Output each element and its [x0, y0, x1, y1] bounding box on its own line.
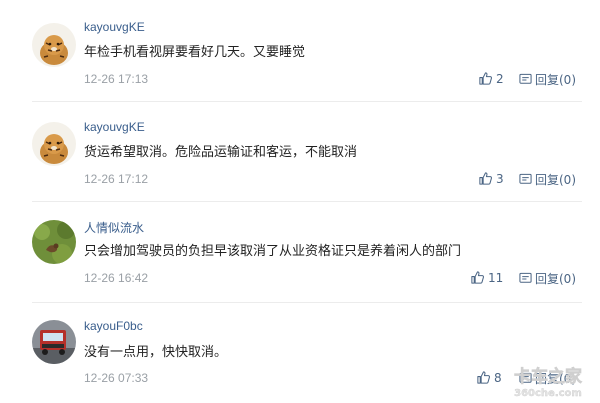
reply-icon	[519, 272, 532, 285]
reply-button[interactable]: 回复(0)	[519, 171, 576, 188]
avatar[interactable]	[32, 122, 76, 166]
like-count: 2	[496, 71, 504, 86]
reply-label: 回复(0)	[535, 272, 576, 286]
avatar[interactable]	[32, 220, 76, 264]
comment-time: 12-26 17:13	[84, 72, 149, 86]
avatar[interactable]	[32, 320, 76, 364]
comment-content: 货运希望取消。危险品运输证和客运，不能取消	[84, 145, 358, 160]
reply-button[interactable]: 回复(0)	[519, 270, 576, 287]
comment-time: 12-26 16:42	[84, 271, 149, 285]
thumbs-up-icon	[470, 270, 485, 285]
reply-label: 回复(0)	[535, 173, 576, 187]
comment-content: 没有一点用，快快取消。	[84, 345, 228, 360]
thumbs-up-icon	[478, 171, 493, 186]
comment-username[interactable]: 人情似流水	[84, 219, 144, 236]
like-button[interactable]: 3	[478, 171, 504, 186]
divider	[32, 302, 582, 303]
divider	[32, 201, 582, 202]
like-count: 8	[494, 370, 502, 385]
reply-icon	[519, 173, 532, 186]
reply-button[interactable]: 回复(0)	[519, 71, 576, 88]
reply-icon	[519, 73, 532, 86]
thumbs-up-icon	[476, 370, 491, 385]
thumbs-up-icon	[478, 71, 493, 86]
avatar[interactable]	[32, 23, 76, 67]
comment-content: 年检手机看视屏要看好几天。又要睡觉	[84, 45, 306, 60]
like-button[interactable]: 11	[470, 270, 503, 285]
like-count: 11	[488, 270, 504, 285]
like-button[interactable]: 8	[476, 370, 502, 385]
reply-label: 回复(0)	[535, 73, 576, 87]
svg-text:360che.com: 360che.com	[514, 388, 582, 399]
comment-time: 12-26 17:12	[84, 172, 149, 186]
like-count: 3	[496, 171, 504, 186]
divider	[32, 101, 582, 102]
like-button[interactable]: 2	[478, 71, 504, 86]
reply-label: 回复(0)	[535, 372, 576, 386]
reply-button[interactable]: 回复(0)	[519, 370, 576, 387]
comment-username[interactable]: kayouF0bc	[84, 319, 143, 333]
comment-username[interactable]: kayouvgKE	[84, 20, 145, 34]
comment-content: 只会增加驾驶员的负担早该取消了从业资格证只是养着闲人的部门	[84, 244, 462, 259]
comment-time: 12-26 07:33	[84, 371, 149, 385]
comment-username[interactable]: kayouvgKE	[84, 120, 145, 134]
reply-icon	[519, 372, 532, 385]
